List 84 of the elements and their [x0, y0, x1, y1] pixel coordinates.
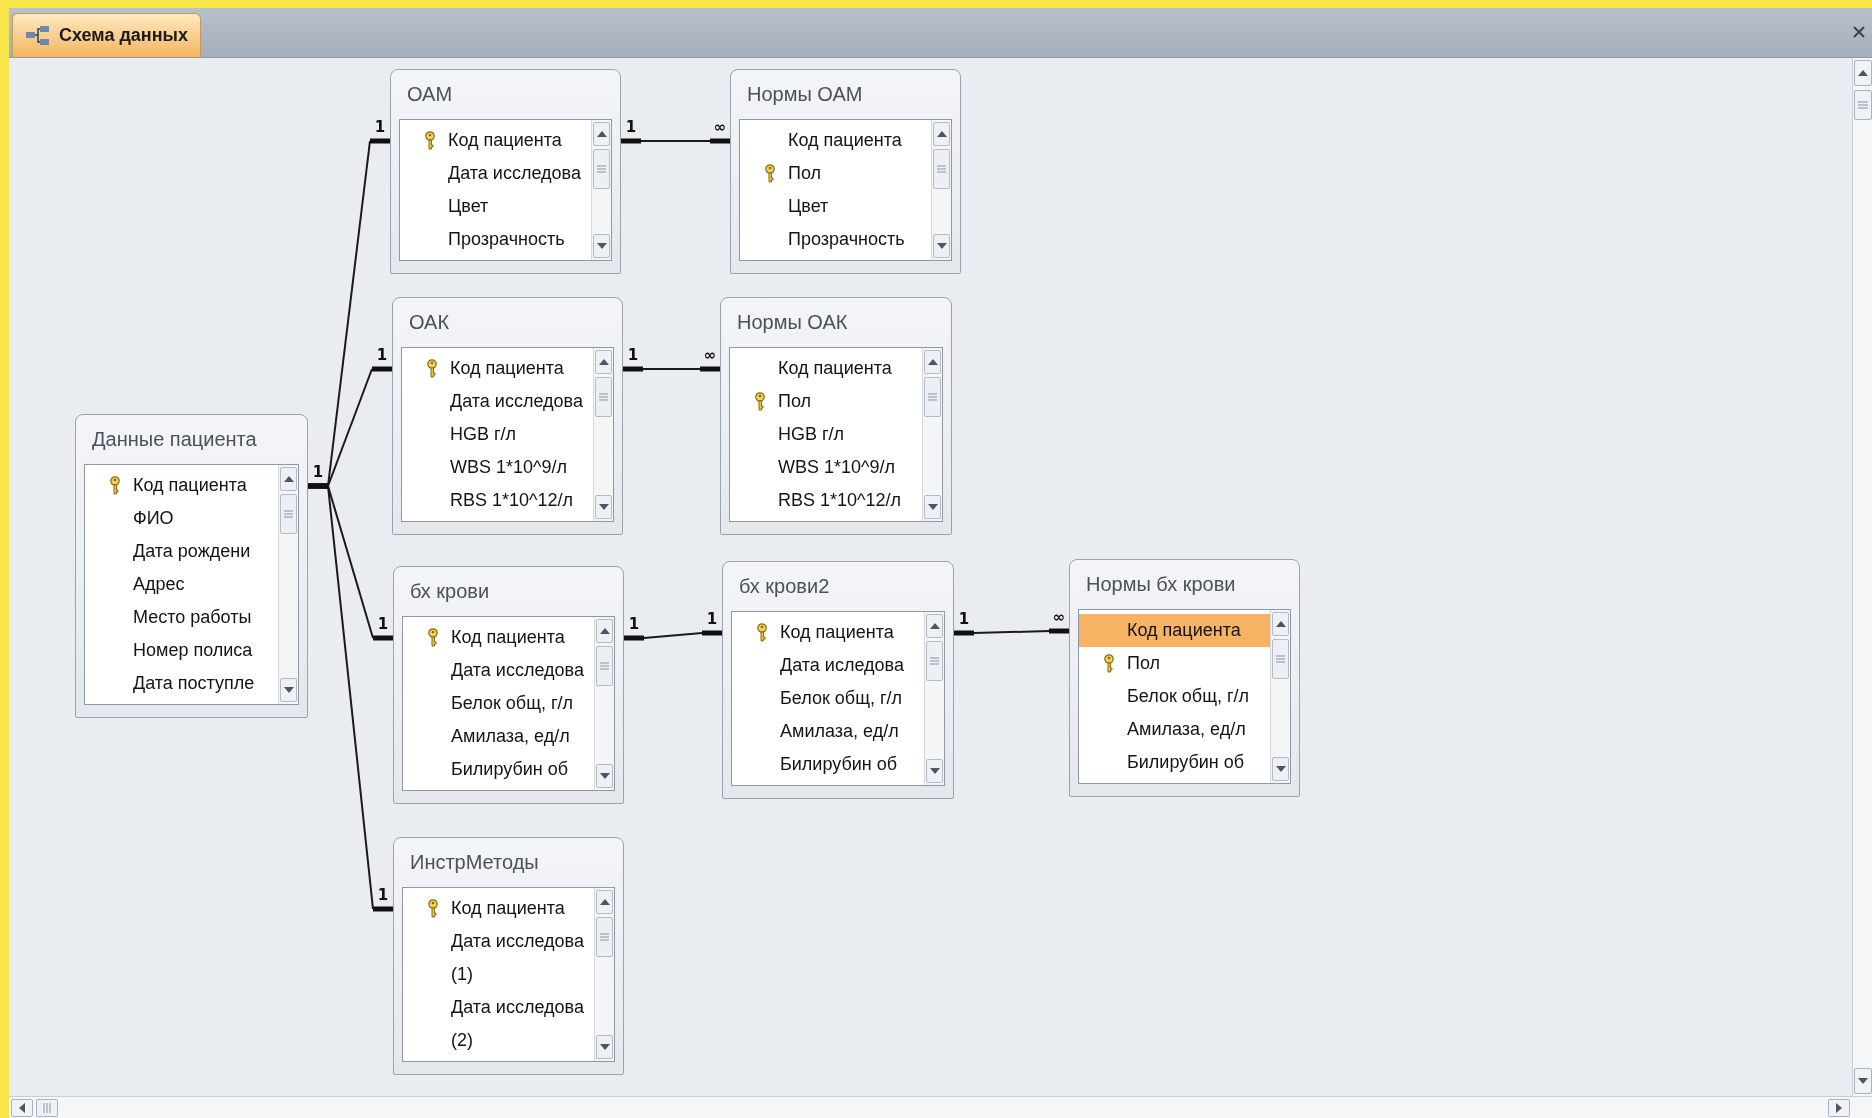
document-tab[interactable]: Схема данных	[12, 13, 201, 57]
up-arrow-icon[interactable]	[599, 628, 610, 634]
list-scrollbar[interactable]	[278, 465, 298, 704]
grip-icon[interactable]	[600, 662, 609, 670]
cardinality-label: 1	[377, 615, 389, 633]
down-arrow-icon[interactable]	[599, 1044, 610, 1050]
cardinality-label: 1	[625, 118, 637, 136]
left-arrow-icon[interactable]	[19, 1102, 25, 1113]
down-arrow-icon[interactable]	[599, 773, 610, 779]
cardinality-label: ∞	[713, 118, 727, 136]
down-arrow-icon[interactable]	[598, 504, 609, 510]
table-window[interactable]: Нормы бх крови Код пациента Пол Белок общ, г/л Амилаза, ед/л Билирубин об	[1069, 559, 1300, 797]
table-title: Нормы ОАК	[736, 310, 849, 335]
relationship-line[interactable]	[621, 630, 725, 641]
grip-icon[interactable]	[43, 1102, 51, 1113]
table-window[interactable]: ИнстрМетоды Код пациента Дата исследова (1) Дата исследова (2)	[393, 837, 624, 1075]
list-scrollbar[interactable]	[931, 120, 951, 260]
grip-icon[interactable]	[1276, 655, 1285, 663]
table-window[interactable]: бх крови2 Код пациента Дата иследова Белок общ, г/л Амилаза, ед/л Билирубин об	[722, 561, 954, 799]
cardinality-label: 1	[312, 463, 324, 481]
list-scrollbar[interactable]	[593, 348, 613, 521]
relationship-line[interactable]	[951, 628, 1072, 636]
up-arrow-icon[interactable]	[927, 359, 938, 365]
cardinality-label: 1	[628, 615, 640, 633]
field-row[interactable]: Код пациента	[1079, 614, 1270, 647]
down-arrow-icon[interactable]	[1857, 1078, 1868, 1084]
table-title: бх крови	[409, 579, 491, 604]
table-window[interactable]: ОАК Код пациента Дата исследова HGB г/л WBS 1*10^9/л RBS 1*10^12/л	[392, 297, 623, 535]
grip-icon[interactable]	[930, 657, 939, 665]
cardinality-label: 1	[706, 610, 718, 628]
grip-icon[interactable]	[597, 165, 606, 173]
up-arrow-icon[interactable]	[1275, 621, 1286, 627]
table-title: ОАК	[408, 310, 451, 335]
cardinality-label: ∞	[1052, 608, 1066, 626]
up-arrow-icon[interactable]	[936, 131, 947, 137]
down-arrow-icon[interactable]	[596, 243, 607, 249]
table-title: ИнстрМетоды	[409, 850, 540, 875]
down-arrow-icon[interactable]	[936, 243, 947, 249]
relationships-icon	[25, 24, 51, 47]
cardinality-label: 1	[374, 118, 386, 136]
table-title: Нормы ОАМ	[746, 82, 864, 107]
list-scrollbar[interactable]	[922, 348, 942, 521]
down-arrow-icon[interactable]	[927, 504, 938, 510]
relationship-line[interactable]	[305, 483, 396, 912]
cardinality-label: 1	[627, 346, 639, 364]
down-arrow-icon[interactable]	[1275, 766, 1286, 772]
list-scrollbar[interactable]	[594, 617, 614, 790]
cardinality-label: 1	[376, 346, 388, 364]
table-window[interactable]: Нормы ОАМ Код пациента Пол Цвет Прозрачность	[730, 69, 961, 274]
table-title: ОАМ	[406, 82, 454, 107]
up-arrow-icon[interactable]	[598, 359, 609, 365]
up-arrow-icon[interactable]	[283, 476, 294, 482]
down-arrow-icon[interactable]	[283, 687, 294, 693]
table-window[interactable]: Нормы ОАК Код пациента Пол HGB г/л WBS 1*10^9/л RBS 1*10^12/л	[720, 297, 952, 535]
list-scrollbar[interactable]	[591, 120, 611, 260]
vertical-scrollbar[interactable]	[1852, 58, 1872, 1096]
list-scrollbar[interactable]	[924, 612, 944, 785]
grip-icon[interactable]	[284, 510, 293, 518]
table-window[interactable]: ОАМ Код пациента Дата исследова Цвет Прозрачность	[390, 69, 621, 274]
relationship-line[interactable]	[620, 366, 723, 372]
table-window[interactable]: бх крови Код пациента Дата исследова Белок общ, г/л Амилаза, ед/л Билирубин об	[393, 566, 624, 804]
up-arrow-icon[interactable]	[596, 131, 607, 137]
list-scrollbar[interactable]	[1270, 610, 1290, 783]
grip-icon[interactable]	[1857, 101, 1868, 109]
table-title: Нормы бх крови	[1085, 572, 1237, 597]
horizontal-scrollbar[interactable]	[9, 1096, 1872, 1118]
up-arrow-icon[interactable]	[599, 899, 610, 905]
cardinality-label: ∞	[703, 346, 717, 364]
down-arrow-icon[interactable]	[929, 768, 940, 774]
table-window[interactable]: Данные пациента Код пациента ФИО Дата рождени Адрес Место работы Номер полиса Дата поступле	[75, 414, 308, 718]
grip-icon[interactable]	[928, 393, 937, 401]
cardinality-label: 1	[377, 886, 389, 904]
list-scrollbar[interactable]	[594, 888, 614, 1061]
grip-icon[interactable]	[599, 393, 608, 401]
right-arrow-icon[interactable]	[1836, 1102, 1842, 1113]
table-title: Данные пациента	[91, 427, 258, 452]
table-title: бх крови2	[738, 574, 831, 599]
relationship-line[interactable]	[618, 138, 733, 144]
grip-icon[interactable]	[600, 933, 609, 941]
grip-icon[interactable]	[937, 165, 946, 173]
close-icon[interactable]	[1852, 25, 1866, 39]
up-arrow-icon[interactable]	[1857, 70, 1868, 76]
cardinality-label: 1	[958, 610, 970, 628]
up-arrow-icon[interactable]	[929, 623, 940, 629]
